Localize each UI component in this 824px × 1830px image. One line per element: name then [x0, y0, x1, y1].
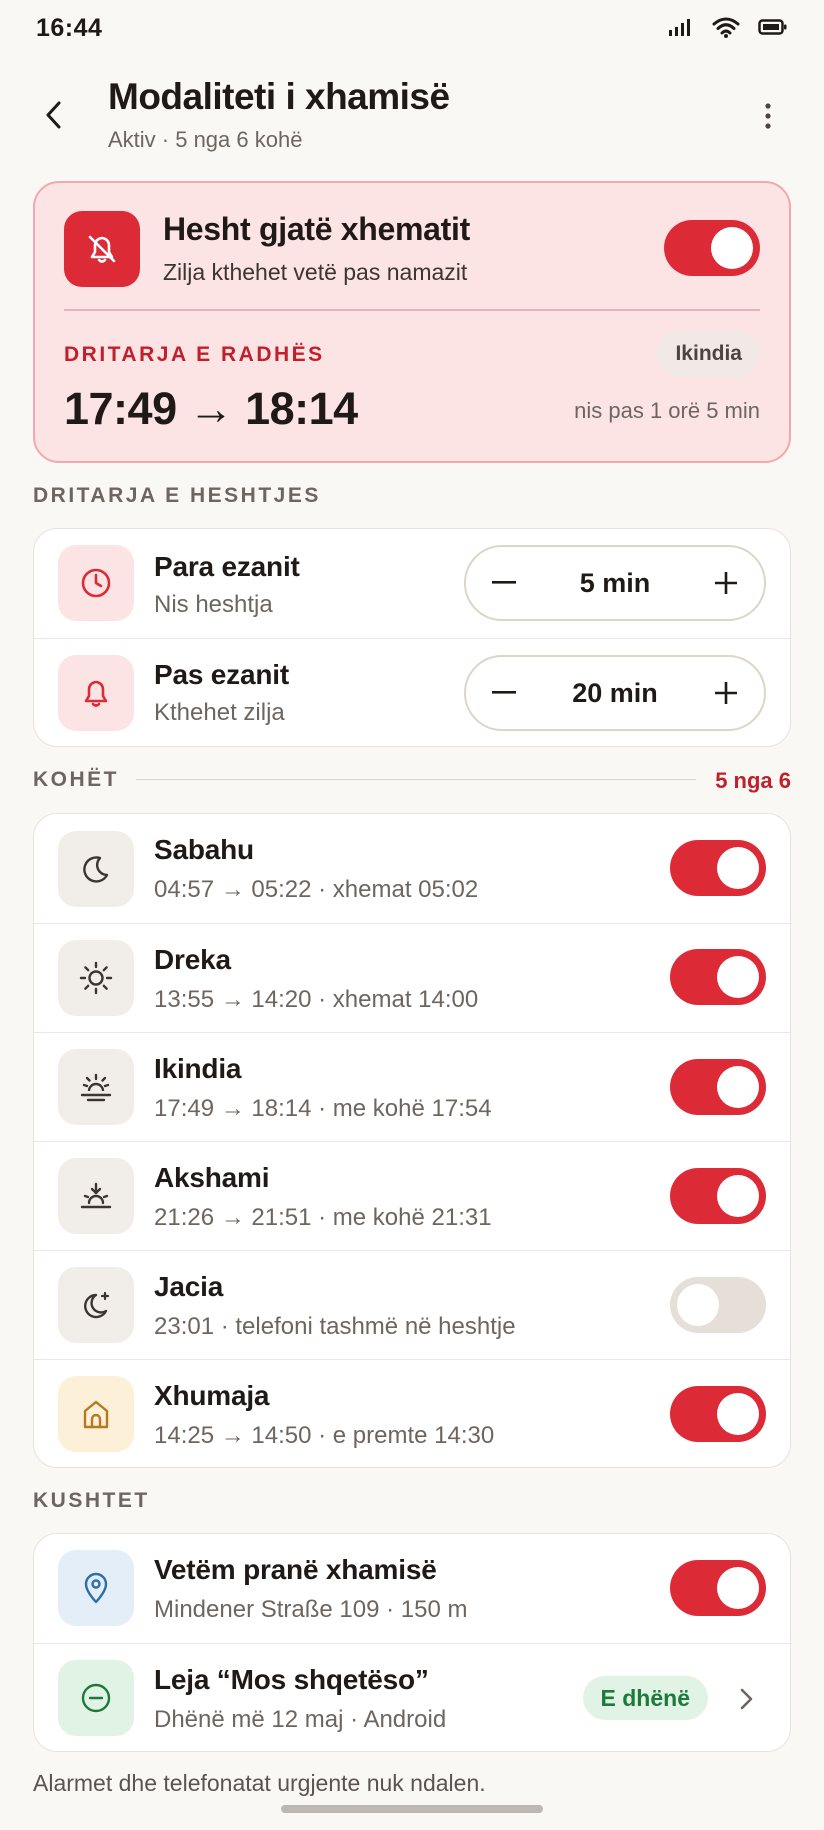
toggle-akshami[interactable] [670, 1168, 766, 1224]
row-subtitle: Kthehet zilja [154, 699, 285, 726]
do-not-disturb-icon [58, 1660, 134, 1736]
increment-button[interactable] [708, 565, 744, 601]
more-vertical-icon [765, 103, 771, 129]
toggle-ikindia[interactable] [670, 1059, 766, 1115]
row-subtitle: 14:25 → 14:50 · e premte 14:30 [154, 1422, 495, 1449]
granted-badge: E dhënë [582, 1676, 708, 1720]
row-title: Xhumaja [154, 1380, 270, 1411]
hero-title: Hesht gjatë xhematit [163, 211, 470, 247]
section-heading-times: KOHËT [33, 768, 119, 791]
list-item-dnd-permission[interactable]: Leja “Mos shqetëso” Dhënë më 12 maj · An… [34, 1643, 790, 1751]
silent-mode-toggle[interactable] [664, 220, 760, 276]
sun-icon [58, 940, 134, 1016]
sun-horizon-icon [58, 1049, 134, 1125]
toggle-xhumaja[interactable] [670, 1386, 766, 1442]
footer-note: Alarmet dhe telefonatat urgjente nuk nda… [33, 1770, 486, 1796]
chevron-right-icon [740, 1688, 753, 1710]
stepper-value: 20 min [572, 677, 658, 708]
signal-icon [669, 19, 690, 36]
row-subtitle: Dhënë më 12 maj · Android [154, 1706, 447, 1733]
row-title: Sabahu [154, 834, 254, 865]
list-item-dreka: Dreka 13:55 → 14:20 · xhemat 14:00 [34, 923, 790, 1032]
bell-off-icon [64, 211, 140, 287]
row-title: Akshami [154, 1162, 270, 1193]
next-window-label: DRITARJA E RADHËS [64, 343, 325, 366]
row-title: Jacia [154, 1271, 224, 1302]
next-window-range: 17:49 → 18:14 [64, 383, 358, 434]
back-button[interactable] [34, 95, 74, 135]
toggle-dreka[interactable] [670, 949, 766, 1005]
battery-icon [758, 19, 787, 35]
decrement-button[interactable] [486, 675, 522, 711]
section-heading-window: DRITARJA E HESHTJES [33, 484, 321, 507]
next-prayer-chip: Ikindia [657, 331, 760, 377]
row-title: Dreka [154, 944, 231, 975]
row-subtitle: 21:26 → 21:51 · me kohë 21:31 [154, 1204, 492, 1231]
prayer-times-card: Sabahu 04:57 → 05:22 · xhemat 05:02 Drek… [33, 813, 791, 1468]
moon-star-icon [58, 1267, 134, 1343]
row-title: Para ezanit [154, 551, 300, 582]
list-item-near-mosque: Vetëm pranë xhamisë Mindener Straße 109 … [34, 1534, 790, 1643]
stepper-value: 5 min [579, 567, 651, 598]
list-item-jacia: Jacia 23:01 · telefoni tashmë në heshtje [34, 1250, 790, 1359]
location-pin-icon [58, 1550, 134, 1626]
home-indicator[interactable] [281, 1805, 543, 1813]
row-subtitle: 17:49 → 18:14 · me kohë 17:54 [154, 1095, 492, 1122]
row-subtitle: 13:55 → 14:20 · xhemat 14:00 [154, 986, 479, 1013]
section-heading-conditions: KUSHTET [33, 1489, 150, 1512]
status-time: 16:44 [36, 14, 103, 42]
minus-icon [492, 691, 516, 694]
enabled-count: 5 nga 6 [715, 768, 791, 793]
list-item-sabahu: Sabahu 04:57 → 05:22 · xhemat 05:02 [34, 814, 790, 923]
row-title: Vetëm pranë xhamisë [154, 1554, 437, 1585]
status-icons [668, 16, 788, 38]
toggle-sabahu[interactable] [670, 840, 766, 896]
moon-icon [58, 831, 134, 907]
sunset-icon [58, 1158, 134, 1234]
page-subtitle: Aktiv · 5 nga 6 kohë [108, 127, 303, 152]
row-subtitle: Mindener Straße 109 · 150 m [154, 1596, 468, 1623]
wifi-icon [712, 17, 740, 38]
list-item-xhumaja: Xhumaja 14:25 → 14:50 · e premte 14:30 [34, 1359, 790, 1467]
after-adhan-stepper: 20 min [464, 655, 766, 731]
silence-window-card: Para ezanit Nis heshtja 5 min Pas ezanit… [33, 528, 791, 747]
row-subtitle: 04:57 → 05:22 · xhemat 05:02 [154, 876, 479, 903]
minus-icon [492, 581, 516, 584]
hero-divider [64, 309, 760, 311]
row-title: Leja “Mos shqetëso” [154, 1664, 429, 1695]
list-item-ikindia: Ikindia 17:49 → 18:14 · me kohë 17:54 [34, 1032, 790, 1141]
conditions-card: Vetëm pranë xhamisë Mindener Straße 109 … [33, 1533, 791, 1752]
row-title: Ikindia [154, 1053, 242, 1084]
silent-during-congregation-card: Hesht gjatë xhematit Zilja kthehet vetë … [33, 181, 791, 463]
before-adhan-stepper: 5 min [464, 545, 766, 621]
list-item-akshami: Akshami 21:26 → 21:51 · me kohë 21:31 [34, 1141, 790, 1250]
chevron-left-icon [46, 101, 61, 129]
next-window-countdown: nis pas 1 orë 5 min [574, 398, 760, 423]
row-title: Pas ezanit [154, 659, 289, 690]
more-options-button[interactable] [748, 96, 788, 136]
increment-button[interactable] [708, 675, 744, 711]
clock-icon [58, 545, 134, 621]
row-subtitle: Nis heshtja [154, 591, 273, 618]
bell-icon [58, 655, 134, 731]
toggle-near-mosque[interactable] [670, 1560, 766, 1616]
list-item-after-adhan: Pas ezanit Kthehet zilja 20 min [34, 638, 790, 746]
section-divider [136, 779, 696, 780]
hero-subtitle: Zilja kthehet vetë pas namazit [163, 259, 468, 285]
decrement-button[interactable] [486, 565, 522, 601]
page-title: Modaliteti i xhamisë [108, 76, 450, 117]
mosque-icon [58, 1376, 134, 1452]
plus-icon [714, 682, 737, 704]
toggle-jacia[interactable] [670, 1277, 766, 1333]
row-subtitle: 23:01 · telefoni tashmë në heshtje [154, 1313, 516, 1340]
list-item-before-adhan: Para ezanit Nis heshtja 5 min [34, 529, 790, 638]
plus-icon [715, 572, 737, 594]
